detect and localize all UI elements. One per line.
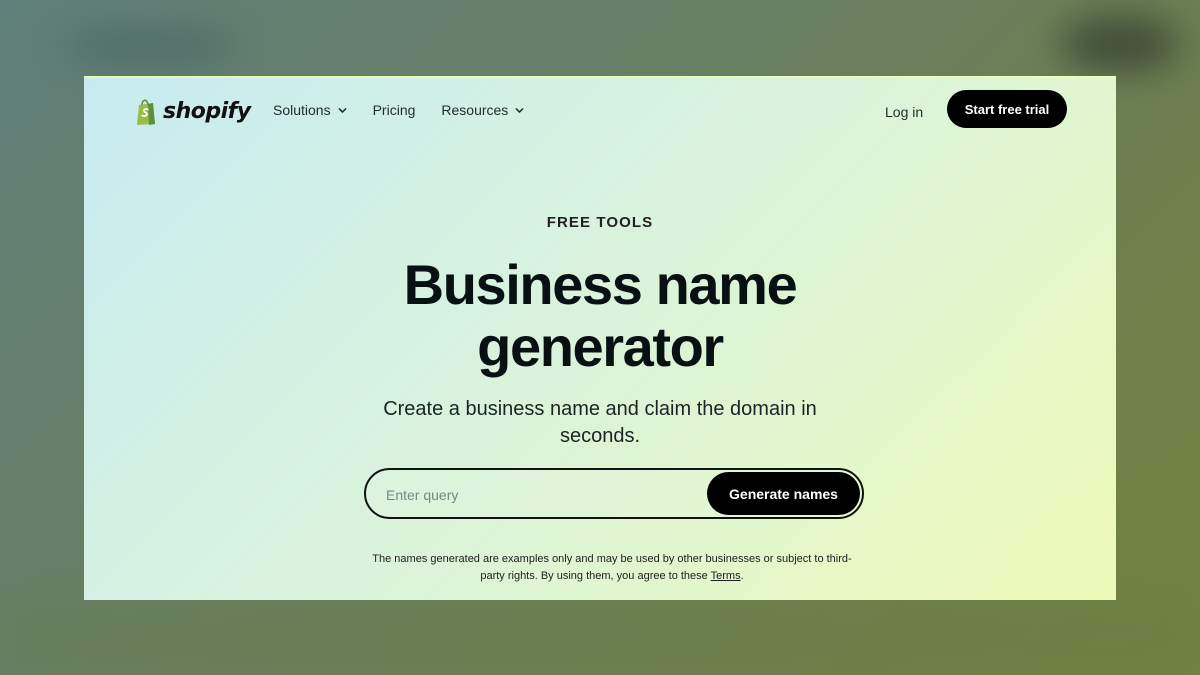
page-subtitle-line-2: seconds. [559,425,641,447]
chevron-down-icon [515,107,524,113]
shopify-page-panel: shopify Solutions Pricing Resources Log … [84,76,1116,600]
nav-solutions-label: Solutions [273,102,331,118]
business-name-query-input[interactable] [384,483,688,507]
free-tools-label: FREE TOOLS [546,214,654,231]
nav-pricing-label: Pricing [372,102,416,118]
background-blur-band [0,600,1200,675]
chevron-down-icon [338,107,347,113]
page-subtitle-line-1: Create a business name and claim the dom… [383,398,817,420]
page-title: Business name generator [364,254,836,378]
disclaimer-line-2-prefix: party rights. By using them, you agree t… [480,570,711,582]
generate-names-button[interactable]: Generate names [707,472,860,515]
nav-pricing[interactable]: Pricing [373,102,416,118]
nav-resources-label: Resources [441,102,509,118]
page-subtitle: Create a business name and claim the dom… [354,396,846,450]
shopify-logo[interactable]: shopify [135,96,251,128]
disclaimer-line-2: party rights. By using them, you agree t… [362,568,862,585]
shopify-bag-icon [137,99,155,125]
login-link[interactable]: Log in [885,104,923,120]
business-name-search-form: Generate names [364,468,864,519]
disclaimer-line-2-suffix: . [740,570,744,582]
background-blur-shape [1060,16,1180,72]
background-blur-shape [60,28,240,64]
nav-solutions[interactable]: Solutions [273,102,347,118]
nav-resources[interactable]: Resources [441,102,524,118]
shopify-wordmark: shopify [163,99,251,124]
page-title-line-1: Business name [403,253,798,316]
page-title-line-2: generator [477,315,724,378]
terms-link[interactable]: Terms [711,570,741,582]
disclaimer-text: The names generated are examples only an… [362,551,862,585]
top-navigation: shopify Solutions Pricing Resources Log … [84,78,1116,148]
disclaimer-line-1: The names generated are examples only an… [372,553,852,565]
primary-nav: Solutions Pricing Resources [273,102,524,118]
start-free-trial-button[interactable]: Start free trial [947,90,1067,128]
